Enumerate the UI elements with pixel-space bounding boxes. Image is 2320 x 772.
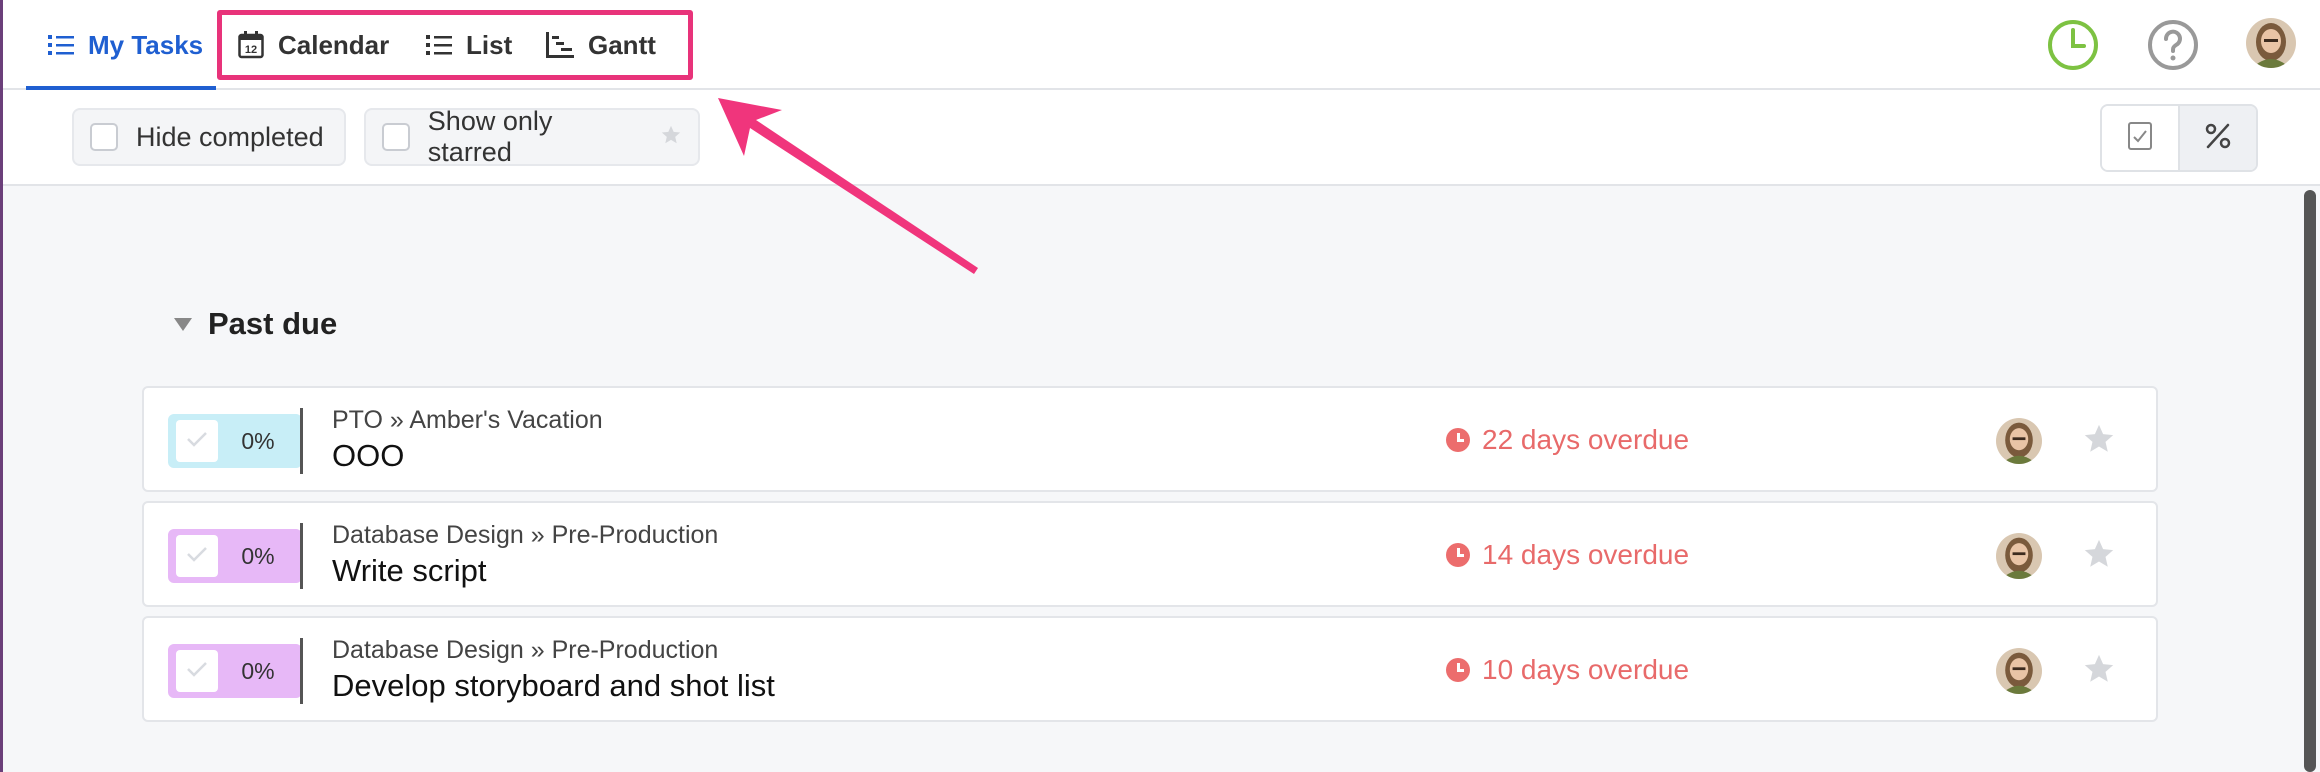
task-row[interactable]: 0% Database Design » Pre-Production Writ… — [142, 501, 2158, 607]
tab-label: Calendar — [278, 29, 390, 60]
task-title[interactable]: OOO — [332, 438, 404, 474]
star-icon — [2082, 654, 2116, 690]
show-only-starred-checkbox[interactable] — [382, 123, 410, 151]
star-icon — [2082, 539, 2116, 575]
tab-label: My Tasks — [88, 29, 204, 60]
filter-bar: Hide completed Show only starred — [0, 90, 2320, 186]
list-icon — [48, 33, 74, 57]
task-progress-percent: 0% — [241, 657, 275, 684]
window-left-edge — [0, 0, 3, 772]
show-only-starred-toggle[interactable]: Show only starred — [364, 106, 700, 167]
task-breadcrumb: Database Design » Pre-Production — [332, 636, 719, 664]
assignee-avatar[interactable] — [1996, 648, 2042, 694]
star-task-button[interactable] — [2082, 652, 2116, 691]
overdue-clock-icon — [1446, 658, 1470, 682]
assignee-avatar[interactable] — [1996, 418, 2042, 464]
hide-completed-toggle[interactable]: Hide completed — [72, 108, 346, 166]
progress-end-marker — [300, 408, 303, 474]
task-complete-checkbox[interactable] — [176, 650, 218, 692]
checkmark-icon — [186, 660, 208, 683]
overdue-clock-icon — [1446, 428, 1470, 452]
list-icon — [426, 33, 452, 57]
help-question-icon[interactable] — [2146, 18, 2200, 72]
task-breadcrumb: PTO » Amber's Vacation — [332, 406, 603, 434]
collapse-caret-icon — [174, 317, 192, 331]
task-complete-checkbox[interactable] — [176, 420, 218, 462]
tab-my-tasks[interactable]: My Tasks — [48, 0, 203, 90]
view-mode-toggle — [2100, 104, 2258, 172]
task-overdue-label: 10 days overdue — [1482, 654, 1690, 685]
past-due-section-header[interactable]: Past due — [174, 306, 337, 342]
star-task-button[interactable] — [2082, 422, 2116, 461]
task-due-status: 10 days overdue — [1446, 654, 1689, 686]
progress-end-marker — [300, 638, 303, 704]
overdue-clock-icon — [1446, 543, 1470, 567]
percent-view-icon — [2204, 122, 2232, 155]
time-tracking-clock-icon[interactable] — [2046, 18, 2100, 72]
calendar-icon: 12 — [238, 31, 264, 59]
hide-completed-checkbox[interactable] — [90, 123, 118, 151]
checkmark-icon — [186, 545, 208, 568]
checkbox-view-icon — [2127, 121, 2153, 156]
vertical-scrollbar[interactable] — [2304, 190, 2316, 772]
task-row[interactable]: 0% PTO » Amber's Vacation OOO 22 days ov… — [142, 386, 2158, 492]
tab-list[interactable]: List — [426, 0, 512, 90]
checkmark-icon — [186, 430, 208, 453]
star-icon — [660, 122, 682, 153]
task-row[interactable]: 0% Database Design » Pre-Production Deve… — [142, 616, 2158, 722]
task-complete-checkbox[interactable] — [176, 535, 218, 577]
tab-label: List — [466, 29, 513, 60]
hide-completed-label: Hide completed — [136, 121, 324, 152]
user-avatar[interactable] — [2246, 18, 2296, 68]
task-progress-percent: 0% — [241, 427, 275, 454]
tab-gantt[interactable]: Gantt — [546, 0, 656, 90]
show-only-starred-label: Show only starred — [427, 106, 553, 167]
task-progress-bar[interactable]: 0% — [168, 644, 302, 698]
star-icon — [2082, 424, 2116, 460]
task-due-status: 14 days overdue — [1446, 539, 1689, 571]
tab-label: Gantt — [588, 29, 656, 60]
tab-calendar[interactable]: 12 Calendar — [238, 0, 389, 90]
top-navigation-bar: My Tasks 12 Calendar List Gantt — [0, 0, 2320, 90]
gantt-icon — [546, 32, 574, 58]
star-task-button[interactable] — [2082, 537, 2116, 576]
assignee-avatar[interactable] — [1996, 533, 2042, 579]
task-title[interactable]: Develop storyboard and shot list — [332, 668, 775, 704]
percent-view-button[interactable] — [2178, 106, 2256, 170]
task-overdue-label: 22 days overdue — [1482, 424, 1690, 455]
task-due-status: 22 days overdue — [1446, 424, 1689, 456]
progress-end-marker — [300, 523, 303, 589]
section-title: Past due — [208, 306, 338, 341]
checkbox-view-button[interactable] — [2102, 106, 2178, 170]
task-progress-percent: 0% — [241, 542, 275, 569]
task-progress-bar[interactable]: 0% — [168, 529, 302, 583]
task-progress-bar[interactable]: 0% — [168, 414, 302, 468]
calendar-icon-day: 12 — [245, 44, 257, 56]
task-breadcrumb: Database Design » Pre-Production — [332, 521, 719, 549]
task-overdue-label: 14 days overdue — [1482, 539, 1690, 570]
task-title[interactable]: Write script — [332, 553, 486, 589]
